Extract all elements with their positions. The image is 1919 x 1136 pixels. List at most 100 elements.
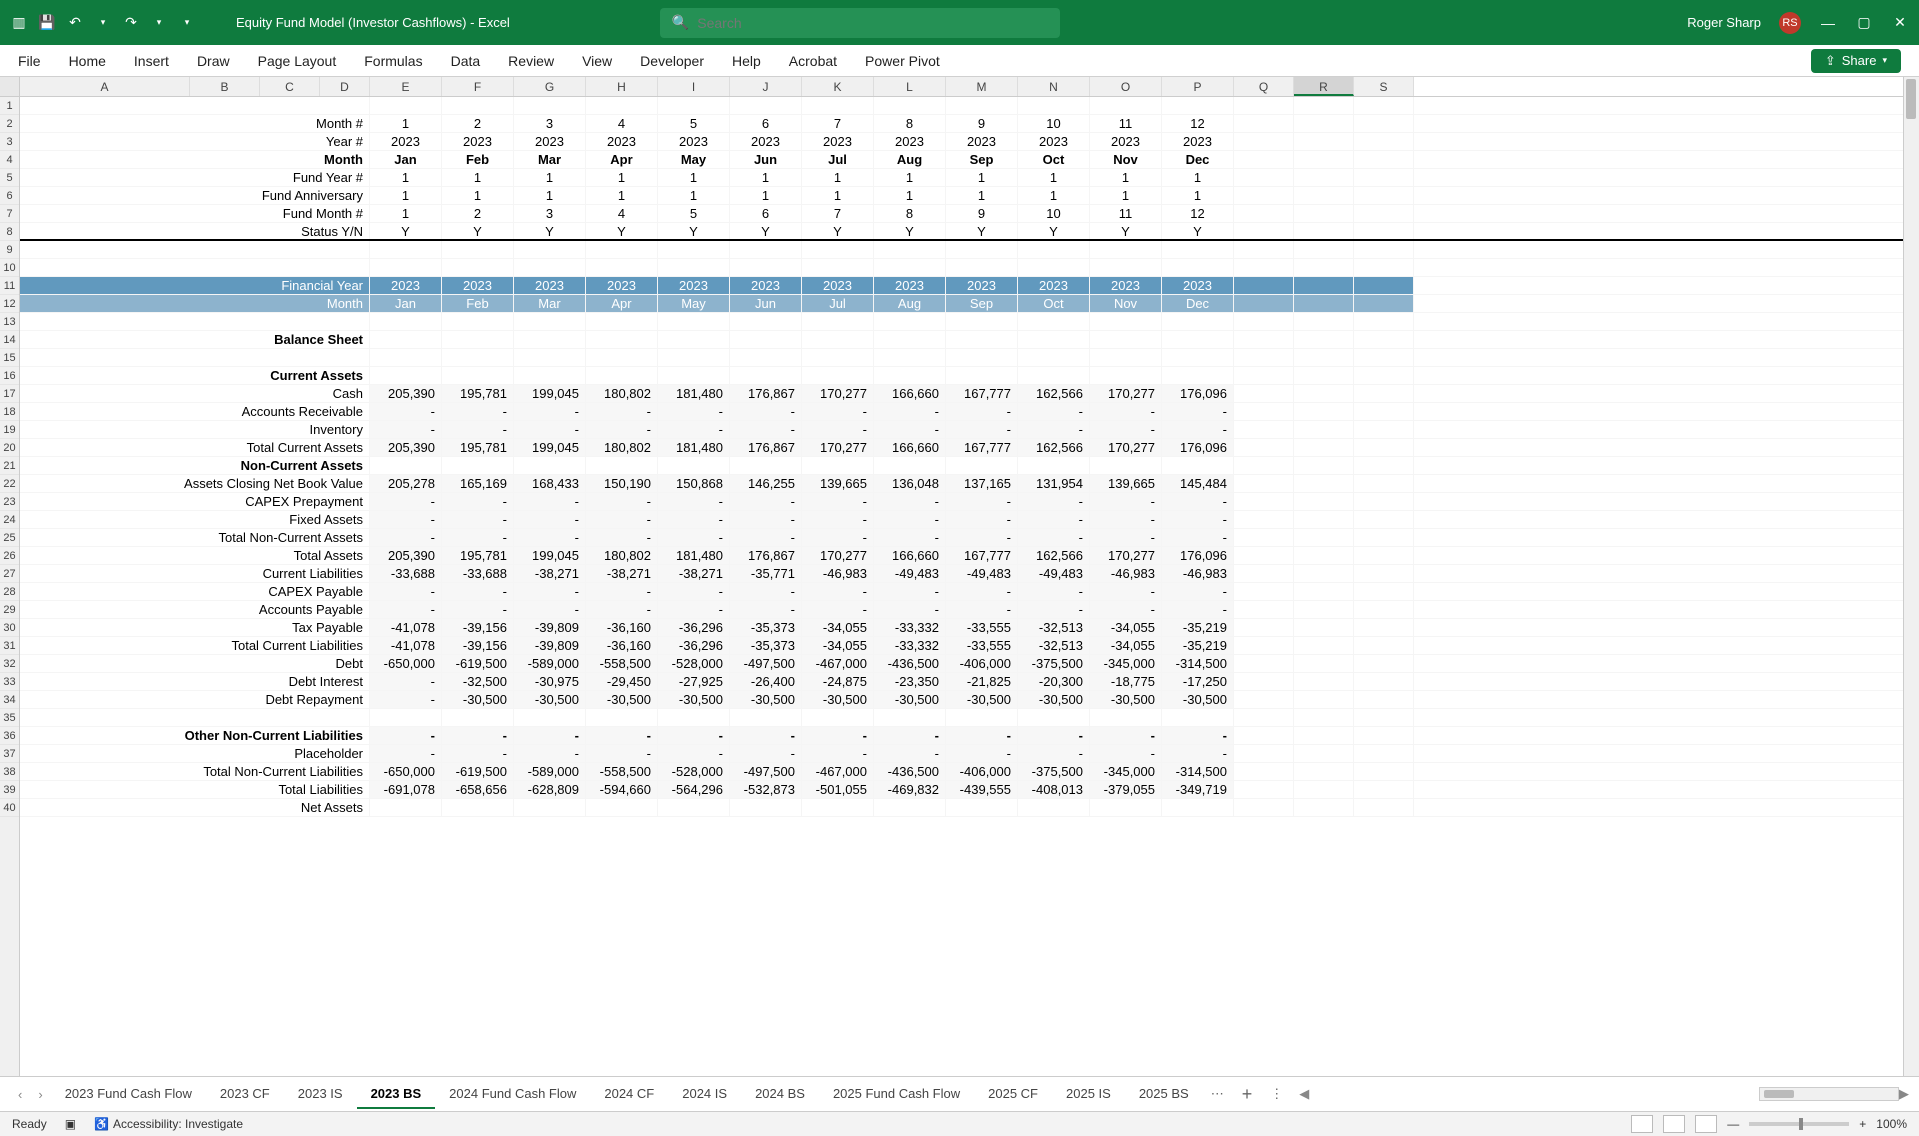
data-cell[interactable]: -: [442, 583, 514, 600]
data-cell[interactable]: [1090, 241, 1162, 258]
empty-cell[interactable]: [1354, 763, 1414, 780]
data-cell[interactable]: [370, 259, 442, 276]
data-cell[interactable]: 181,480: [658, 547, 730, 564]
data-cell[interactable]: [514, 241, 586, 258]
data-cell[interactable]: Sep: [946, 295, 1018, 312]
empty-cell[interactable]: [1294, 385, 1354, 402]
data-cell[interactable]: 2023: [874, 277, 946, 294]
tab-nav-prev[interactable]: ‹: [10, 1087, 30, 1102]
add-sheet-button[interactable]: +: [1232, 1084, 1263, 1105]
empty-cell[interactable]: [1294, 601, 1354, 618]
data-cell[interactable]: [658, 349, 730, 366]
data-cell[interactable]: -497,500: [730, 655, 802, 672]
row-header-3[interactable]: 3: [0, 133, 19, 151]
data-cell[interactable]: 10: [1018, 115, 1090, 132]
data-cell[interactable]: -21,825: [946, 673, 1018, 690]
data-cell[interactable]: -: [874, 529, 946, 546]
data-cell[interactable]: [874, 97, 946, 114]
data-cell[interactable]: [1018, 259, 1090, 276]
share-button[interactable]: ⇪ Share ▾: [1811, 49, 1901, 73]
hscroll-right-icon[interactable]: ▶: [1899, 1086, 1909, 1102]
empty-cell[interactable]: [1354, 313, 1414, 330]
ribbon-tab-review[interactable]: Review: [508, 53, 554, 69]
hscroll-thumb[interactable]: [1764, 1090, 1794, 1098]
data-cell[interactable]: -: [874, 745, 946, 762]
data-cell[interactable]: -: [730, 403, 802, 420]
data-cell[interactable]: [946, 367, 1018, 384]
data-cell[interactable]: -: [586, 745, 658, 762]
data-cell[interactable]: -467,000: [802, 655, 874, 672]
data-cell[interactable]: [370, 367, 442, 384]
data-cell[interactable]: -46,983: [1090, 565, 1162, 582]
data-cell[interactable]: Feb: [442, 295, 514, 312]
data-cell[interactable]: -408,013: [1018, 781, 1090, 798]
empty-cell[interactable]: [1234, 691, 1294, 708]
data-cell[interactable]: 1: [874, 187, 946, 204]
data-cell[interactable]: 176,096: [1162, 439, 1234, 456]
data-cell[interactable]: 2023: [658, 133, 730, 150]
data-cell[interactable]: Jun: [730, 151, 802, 168]
row-header-18[interactable]: 18: [0, 403, 19, 421]
col-header-N[interactable]: N: [1018, 77, 1090, 96]
data-cell[interactable]: -33,688: [370, 565, 442, 582]
data-cell[interactable]: Jul: [802, 151, 874, 168]
data-cell[interactable]: [1162, 313, 1234, 330]
empty-cell[interactable]: [1234, 763, 1294, 780]
data-cell[interactable]: 167,777: [946, 385, 1018, 402]
search-input[interactable]: [697, 15, 1048, 31]
data-cell[interactable]: -30,500: [586, 691, 658, 708]
row-header-23[interactable]: 23: [0, 493, 19, 511]
empty-cell[interactable]: [1234, 223, 1294, 239]
redo-drop-icon[interactable]: ▾: [150, 14, 168, 32]
data-cell[interactable]: -39,809: [514, 619, 586, 636]
tab-menu-icon[interactable]: ⋮: [1262, 1086, 1291, 1102]
col-header-M[interactable]: M: [946, 77, 1018, 96]
row-header-26[interactable]: 26: [0, 547, 19, 565]
data-cell[interactable]: -: [1162, 601, 1234, 618]
data-cell[interactable]: -: [946, 493, 1018, 510]
data-cell[interactable]: -: [802, 529, 874, 546]
data-cell[interactable]: [1090, 97, 1162, 114]
row-header-20[interactable]: 20: [0, 439, 19, 457]
data-cell[interactable]: 1: [1162, 169, 1234, 186]
empty-cell[interactable]: [1294, 97, 1354, 114]
data-cell[interactable]: 2023: [802, 133, 874, 150]
data-cell[interactable]: 170,277: [1090, 385, 1162, 402]
data-cell[interactable]: [514, 313, 586, 330]
data-cell[interactable]: [802, 349, 874, 366]
data-cell[interactable]: -: [874, 583, 946, 600]
data-cell[interactable]: -349,719: [1162, 781, 1234, 798]
data-cell[interactable]: -: [874, 601, 946, 618]
data-cell[interactable]: -: [1090, 583, 1162, 600]
data-cell[interactable]: [802, 259, 874, 276]
data-cell[interactable]: [1162, 709, 1234, 726]
row-header-17[interactable]: 17: [0, 385, 19, 403]
data-cell[interactable]: -: [946, 403, 1018, 420]
data-cell[interactable]: -: [1090, 745, 1162, 762]
data-cell[interactable]: 1: [442, 169, 514, 186]
search-box[interactable]: 🔍: [660, 8, 1060, 38]
col-header-Q[interactable]: Q: [1234, 77, 1294, 96]
autosave-icon[interactable]: ▥: [10, 14, 28, 32]
data-cell[interactable]: -23,350: [874, 673, 946, 690]
data-cell[interactable]: -: [1162, 727, 1234, 744]
data-cell[interactable]: [730, 349, 802, 366]
empty-cell[interactable]: [1234, 241, 1294, 258]
data-cell[interactable]: -: [1018, 601, 1090, 618]
data-cell[interactable]: [802, 331, 874, 348]
data-cell[interactable]: [514, 709, 586, 726]
data-cell[interactable]: -: [1090, 403, 1162, 420]
data-cell[interactable]: -: [730, 601, 802, 618]
row-header-32[interactable]: 32: [0, 655, 19, 673]
data-cell[interactable]: 2023: [802, 277, 874, 294]
data-cell[interactable]: Y: [1162, 223, 1234, 239]
data-cell[interactable]: [586, 331, 658, 348]
data-cell[interactable]: -35,219: [1162, 619, 1234, 636]
data-cell[interactable]: [658, 241, 730, 258]
data-cell[interactable]: [442, 709, 514, 726]
data-cell[interactable]: -: [658, 601, 730, 618]
ribbon-tab-draw[interactable]: Draw: [197, 53, 230, 69]
data-cell[interactable]: Y: [370, 223, 442, 239]
empty-cell[interactable]: [1354, 97, 1414, 114]
data-cell[interactable]: [514, 97, 586, 114]
